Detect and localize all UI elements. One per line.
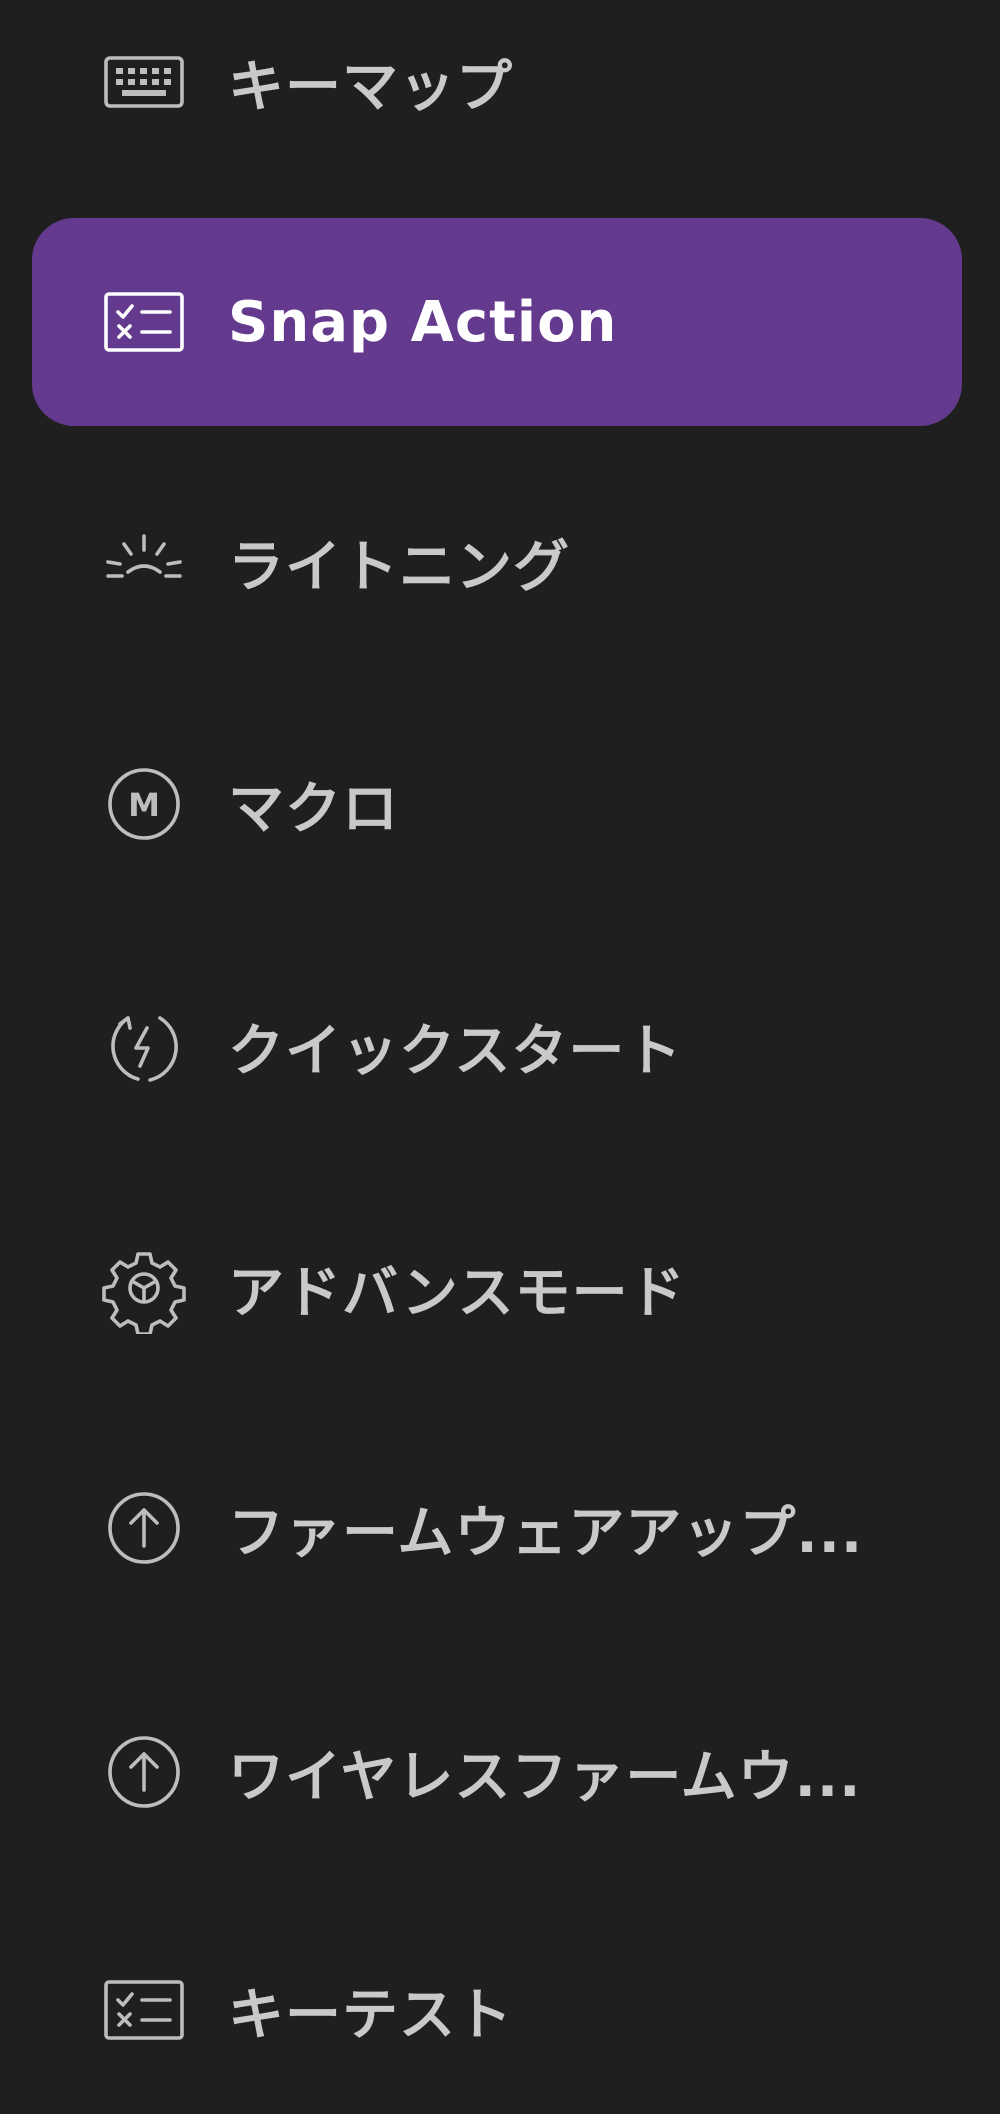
checklist-icon	[98, 1964, 190, 2056]
sidebar: キーマップ Snap Action ライトニング M マクロ クイックスタート …	[0, 0, 1000, 2064]
sidebar-item-label: ワイヤレスファームウ...	[228, 1744, 862, 1810]
sidebar-item-label: キーテスト	[228, 1982, 513, 2048]
sidebar-item-label: キーマップ	[228, 54, 513, 120]
sidebar-item-wireless-firmware-update[interactable]: ワイヤレスファームウ...	[32, 1668, 962, 1876]
sidebar-item-macro[interactable]: M マクロ	[32, 700, 962, 908]
sidebar-item-key-test[interactable]: キーテスト	[32, 1906, 962, 2114]
checklist-icon	[98, 276, 190, 368]
sunrise-lighting-icon	[98, 516, 190, 608]
arrow-up-circle-icon	[98, 1726, 190, 1818]
sidebar-item-label: ファームウェアアップ...	[228, 1500, 864, 1566]
sidebar-item-lighting[interactable]: ライトニング	[32, 458, 962, 666]
keyboard-icon	[98, 36, 190, 128]
sidebar-item-label: クイックスタート	[228, 1018, 683, 1084]
sidebar-item-label: Snap Action	[228, 289, 618, 355]
sidebar-item-snap-action[interactable]: Snap Action	[32, 218, 962, 426]
lightning-refresh-icon	[98, 1000, 190, 1092]
sidebar-item-quick-start[interactable]: クイックスタート	[32, 942, 962, 1150]
sidebar-item-advanced-mode[interactable]: アドバンスモード	[32, 1184, 962, 1392]
svg-text:M: M	[128, 786, 160, 824]
gear-icon	[98, 1242, 190, 1334]
sidebar-item-firmware-update[interactable]: ファームウェアアップ...	[32, 1424, 962, 1632]
sidebar-item-keymap[interactable]: キーマップ	[32, 0, 962, 186]
arrow-up-circle-icon	[98, 1482, 190, 1574]
sidebar-item-label: マクロ	[228, 776, 399, 842]
sidebar-item-label: アドバンスモード	[228, 1260, 686, 1326]
sidebar-item-label: ライトニング	[228, 534, 570, 600]
macro-m-circle-icon: M	[98, 758, 190, 850]
